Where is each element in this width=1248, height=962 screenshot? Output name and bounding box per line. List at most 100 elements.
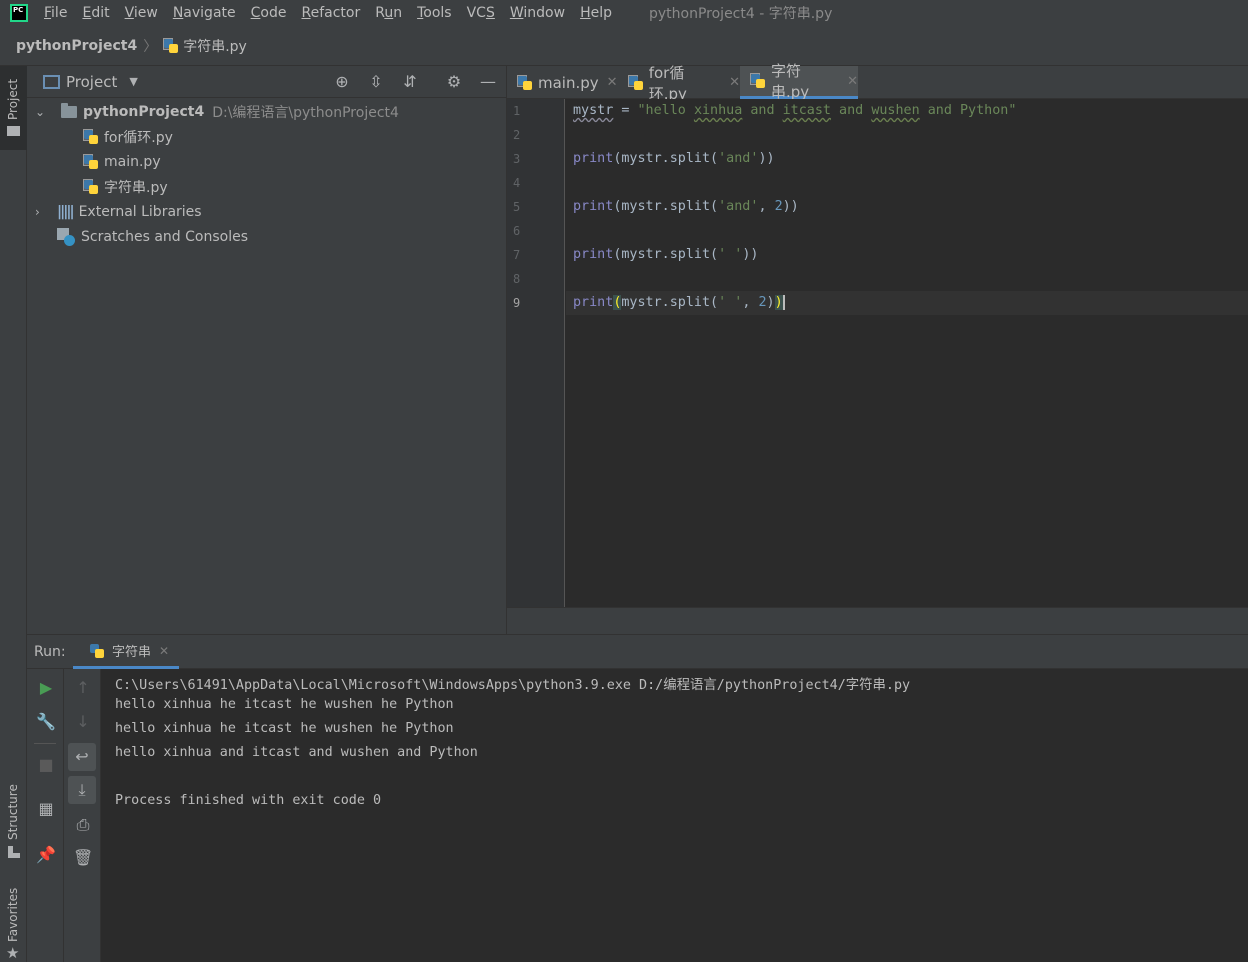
python-file-icon [83, 178, 99, 195]
project-panel-title[interactable]: Project [66, 73, 117, 91]
tree-external-libraries[interactable]: › ||||| External Libraries [35, 199, 202, 224]
tree-root[interactable]: ⌄ pythonProject4 D:\编程语言\pythonProject4 [35, 99, 399, 124]
locate-icon[interactable]: ⊕ [333, 73, 351, 91]
tab-main[interactable]: main.py ✕ [507, 66, 619, 99]
folder-icon [7, 126, 20, 136]
line-number: 3 [513, 152, 521, 166]
line-number: 8 [513, 272, 521, 286]
tab-strings[interactable]: 字符串.py ✕ [740, 62, 858, 101]
line-number: 2 [513, 128, 521, 142]
tree-root-name: pythonProject4 [83, 103, 205, 120]
left-tool-strip: Project Structure Favorites ★ [0, 66, 27, 962]
chevron-down-icon[interactable]: ⌄ [35, 105, 51, 119]
rerun-icon[interactable]: ▶ [36, 678, 56, 698]
close-icon[interactable]: ✕ [159, 644, 169, 658]
console-line: hello xinhua he itcast he wushen he Pyth… [115, 721, 454, 736]
tree-scratches[interactable]: Scratches and Consoles [57, 224, 248, 249]
tree-root-path: D:\编程语言\pythonProject4 [212, 104, 399, 121]
tree-file-for[interactable]: for循环.py [83, 124, 173, 149]
layout-icon[interactable]: ▦ [36, 799, 56, 819]
menu-refactor[interactable]: Refactor [301, 5, 360, 21]
libraries-icon: ||||| [57, 203, 75, 220]
chevron-down-icon[interactable]: ▼ [129, 75, 137, 88]
project-panel-header: Project ▼ ⊕ ⇳ ⇵ ⚙ — [27, 66, 506, 98]
close-icon[interactable]: ✕ [847, 74, 858, 89]
menu-code[interactable]: Code [251, 5, 287, 21]
arrow-down-icon[interactable]: ↓ [73, 712, 93, 732]
window-title: pythonProject4 - 字符串.py [649, 6, 833, 22]
editor-tab-bar: main.py ✕ for循环.py ✕ 字符串.py ✕ [507, 62, 1248, 103]
structure-tool-button[interactable]: Structure [0, 778, 27, 862]
console-line: Process finished with exit code 0 [115, 793, 382, 808]
project-tool-button[interactable]: Project [0, 66, 27, 150]
menu-help[interactable]: Help [580, 5, 612, 21]
python-file-icon [517, 74, 533, 91]
scratches-icon [57, 227, 75, 246]
stop-icon[interactable]: ■ [36, 755, 56, 775]
menu-vcs[interactable]: VCS [467, 5, 495, 21]
code-line-7: print(mystr.split(' ')) [573, 247, 759, 262]
code-line-5: print(mystr.split('and', 2)) [573, 199, 799, 214]
breadcrumb-project[interactable]: pythonProject4 [16, 38, 137, 54]
code-line-3: print(mystr.split('and')) [573, 151, 775, 166]
tree-file-label: main.py [104, 153, 161, 170]
editor-gutter: 1 2 3 4 5 6 7 8 9 [507, 99, 565, 607]
breadcrumb-file[interactable]: 字符串.py [183, 36, 247, 56]
line-number: 6 [513, 224, 521, 238]
menu-tools[interactable]: Tools [417, 5, 452, 21]
tree-file-label: for循环.py [104, 129, 173, 146]
trash-icon[interactable]: 🗑 [73, 848, 93, 868]
hide-icon[interactable]: — [479, 73, 497, 91]
gear-icon[interactable]: ⚙ [445, 73, 463, 91]
close-icon[interactable]: ✕ [607, 75, 618, 90]
line-number: 5 [513, 200, 521, 214]
collapse-all-icon[interactable]: ⇵ [401, 73, 419, 91]
code-editor[interactable]: mystr = "hello xinhua and itcast and wus… [566, 99, 1248, 607]
menu-file[interactable]: File [44, 5, 67, 21]
console-line: C:\Users\61491\AppData\Local\Microsoft\W… [115, 678, 911, 693]
tree-file-label: 字符串.py [104, 179, 168, 196]
expand-all-icon[interactable]: ⇳ [367, 73, 385, 91]
tree-file-main[interactable]: main.py [83, 149, 161, 174]
favorites-tool-button[interactable]: Favorites ★ [0, 878, 27, 962]
breadcrumb-separator: 〉 [143, 38, 158, 55]
favorites-tool-label: Favorites [6, 887, 20, 942]
console-line: hello xinhua he itcast he wushen he Pyth… [115, 697, 454, 712]
print-icon[interactable]: ⎙ [73, 815, 93, 835]
run-panel-label: Run: [34, 644, 66, 660]
wrench-icon[interactable]: 🔧 [36, 712, 56, 732]
python-file-icon [750, 73, 766, 89]
python-file-icon [83, 128, 99, 145]
arrow-up-icon[interactable]: ↑ [73, 678, 93, 698]
breadcrumb: pythonProject4 〉 字符串.py [0, 26, 1248, 66]
close-icon[interactable]: ✕ [729, 75, 740, 90]
run-console[interactable]: C:\Users\61491\AppData\Local\Microsoft\W… [101, 669, 1248, 962]
run-tab-label: 字符串 [112, 645, 152, 660]
star-icon: ★ [6, 944, 20, 962]
menu-edit[interactable]: Edit [82, 5, 109, 21]
line-number: 9 [513, 296, 521, 310]
line-number: 1 [513, 104, 521, 118]
tree-file-strings[interactable]: 字符串.py [83, 174, 168, 199]
menu-window[interactable]: Window [510, 5, 565, 21]
editor-bottom-bar [507, 607, 1248, 634]
soft-wrap-icon[interactable]: ↩ [68, 743, 96, 771]
tab-for[interactable]: for循环.py ✕ [618, 64, 740, 103]
tab-label: 字符串.py [770, 62, 810, 101]
run-panel-header: Run: 字符串 ✕ [27, 634, 1248, 669]
code-line-9: print(mystr.split(' ', 2)) [573, 295, 785, 310]
scratches-label: Scratches and Consoles [81, 228, 248, 245]
python-file-icon [163, 37, 179, 54]
project-view-icon [43, 74, 60, 89]
chevron-right-icon[interactable]: › [35, 205, 51, 219]
scroll-to-end-icon[interactable]: ⤓ [68, 776, 96, 804]
run-tab[interactable]: 字符串 ✕ [73, 635, 180, 669]
menu-run[interactable]: Run [375, 5, 402, 21]
menu-view[interactable]: View [125, 5, 158, 21]
menu-navigate[interactable]: Navigate [173, 5, 236, 21]
menu-bar: PC File Edit View Navigate Code Refactor… [0, 0, 1248, 26]
code-line-1: mystr = "hello xinhua and itcast and wus… [573, 103, 1017, 118]
run-toolbar-secondary: ↑ ↓ ↩ ⤓ ⎙ 🗑 [64, 669, 101, 962]
folder-icon [61, 102, 77, 118]
pin-icon[interactable]: 📌 [36, 845, 56, 865]
